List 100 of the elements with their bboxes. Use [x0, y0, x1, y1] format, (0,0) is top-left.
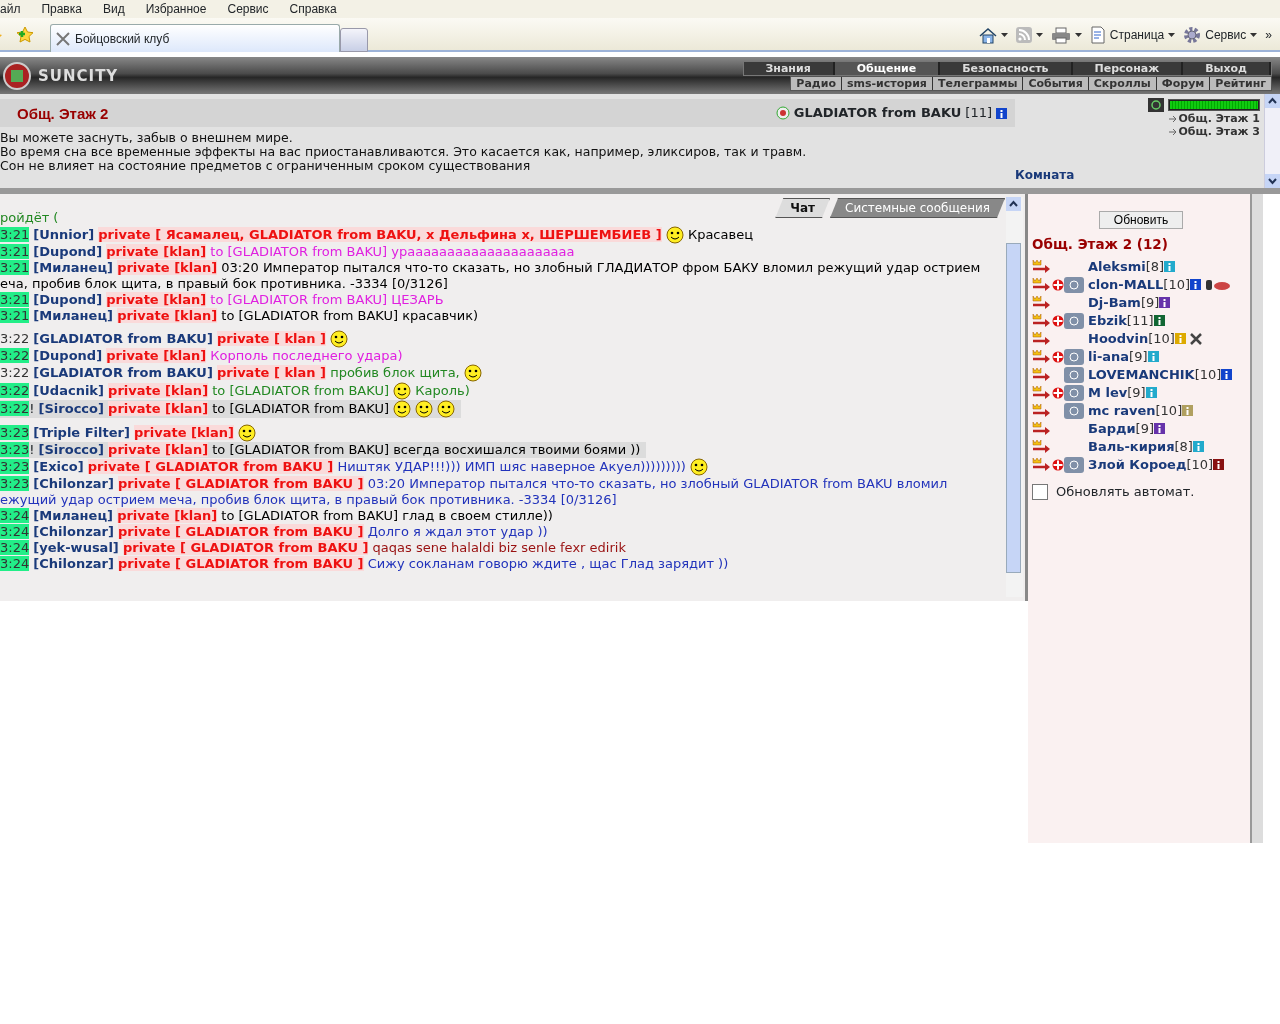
invite-arrow-icon[interactable] [1032, 385, 1052, 400]
user-name[interactable]: li-ana [1088, 347, 1130, 367]
user-name[interactable]: Aleksmi [1088, 257, 1146, 277]
nick-link[interactable]: [Chilonzar] [33, 476, 114, 491]
nav-tab[interactable]: Персонаж [1072, 61, 1184, 75]
info-icon[interactable] [1190, 279, 1201, 291]
invite-arrow-icon[interactable] [1032, 403, 1052, 418]
info-icon[interactable] [996, 107, 1007, 119]
room-title: Общ. Этаж 2 [17, 104, 109, 122]
nick-link[interactable]: [Udacnik] [33, 382, 104, 398]
nav-link[interactable]: Радио [791, 76, 842, 90]
toolbar-label[interactable]: Сервис [1205, 28, 1247, 42]
nick-link[interactable]: [yek-wusal] [33, 540, 119, 555]
settings-icon[interactable] [1183, 26, 1202, 44]
caret-icon[interactable] [1250, 33, 1258, 37]
nick-link[interactable]: [Sirocco] [38, 442, 104, 457]
invite-arrow-icon[interactable] [1032, 277, 1052, 292]
checkbox-label[interactable]: Обновлять автомат. [1056, 481, 1195, 502]
menu-item[interactable]: Вид [102, 0, 125, 18]
user-name[interactable]: Dj-Bam [1088, 293, 1141, 313]
exit-link[interactable]: Общ. Этаж 3 [1169, 125, 1260, 138]
chat-tab[interactable]: Системные сообщения [830, 198, 1005, 218]
menu-item[interactable]: Справка [289, 0, 337, 18]
add-favorite-icon[interactable] [16, 26, 34, 44]
nav-link[interactable]: Скроллы [1088, 76, 1157, 90]
user-name[interactable]: Hoodvin [1088, 329, 1149, 349]
info-icon[interactable] [1159, 297, 1171, 309]
invite-arrow-icon[interactable] [1032, 259, 1052, 274]
user-name[interactable]: Валь-кирия [1088, 437, 1175, 457]
nav-tab[interactable]: Выход [1183, 61, 1271, 75]
nav-link[interactable]: События [1023, 76, 1089, 90]
nav-link[interactable]: Форум [1156, 76, 1211, 90]
refresh-button[interactable]: Обновить [1098, 211, 1184, 229]
invite-arrow-icon[interactable] [1032, 331, 1052, 346]
caret-icon[interactable] [1035, 33, 1043, 37]
user-name[interactable]: mc raven [1088, 401, 1156, 421]
nick-link[interactable]: [Миланец] [33, 260, 113, 275]
invite-arrow-icon[interactable] [1032, 349, 1052, 364]
toolbar-label[interactable]: Страница [1109, 28, 1165, 42]
invite-arrow-icon[interactable] [1032, 457, 1052, 472]
info-icon[interactable] [1213, 459, 1225, 471]
scroll-up-icon[interactable] [1265, 94, 1280, 108]
menu-item[interactable]: Правка [41, 0, 82, 18]
menu-item[interactable]: айл [0, 0, 21, 18]
invite-arrow-icon[interactable] [1032, 421, 1052, 436]
printer-icon[interactable] [1050, 26, 1071, 44]
nick-link[interactable]: [Миланец] [33, 508, 113, 523]
refresh-icon[interactable] [1148, 98, 1164, 112]
nick-link[interactable]: [Dupond] [33, 244, 103, 259]
user-name[interactable]: LOVEMANCHIK [1088, 365, 1195, 385]
smiley-icon [437, 400, 456, 418]
nick-link[interactable]: [Triple Filter] [33, 424, 130, 440]
scrollbar[interactable] [1006, 197, 1023, 597]
chat-tab[interactable]: Чат [775, 198, 831, 218]
caret-icon[interactable] [1168, 33, 1176, 37]
nick-link[interactable]: [GLADIATOR from BAKU] [33, 330, 213, 346]
nav-link[interactable]: Рейтинг [1210, 76, 1271, 90]
caret-icon[interactable] [1000, 33, 1008, 37]
nick-link[interactable]: [Dupond] [33, 292, 103, 307]
nick-link[interactable]: [GLADIATOR from BAKU] [33, 364, 213, 380]
info-icon[interactable] [1221, 369, 1233, 381]
nick-link[interactable]: [Dupond] [33, 348, 103, 363]
nick-link[interactable]: [Exico] [33, 458, 84, 474]
user-name[interactable]: Ebzik [1088, 311, 1127, 331]
scroll-up-icon[interactable] [1006, 197, 1021, 211]
browser-tab[interactable]: Бойцовский клуб [50, 24, 340, 52]
user-name[interactable]: M lev [1088, 383, 1128, 403]
user-name[interactable]: Злой Короед [1088, 455, 1187, 475]
menu-item[interactable]: Сервис [227, 0, 269, 18]
nav-link[interactable]: sms-история [841, 76, 933, 90]
chevron[interactable]: » [1265, 28, 1272, 42]
nick-link[interactable]: [Chilonzar] [33, 524, 114, 539]
invite-arrow-icon[interactable] [1032, 295, 1052, 310]
invite-arrow-icon[interactable] [1032, 439, 1052, 454]
player-name[interactable]: GLADIATOR from BAKU [793, 103, 962, 123]
room-link[interactable]: Комната [1015, 166, 1260, 184]
menu-item[interactable]: Избранное [145, 0, 207, 18]
scrollbar[interactable] [1264, 94, 1280, 188]
home-icon[interactable] [978, 26, 997, 44]
new-tab-button[interactable] [340, 28, 368, 52]
nav-tab[interactable]: Безопасность [940, 61, 1073, 75]
scroll-thumb[interactable] [1006, 243, 1021, 573]
nick-link[interactable]: [Миланец] [33, 308, 113, 323]
user-name[interactable]: Барди [1088, 419, 1136, 439]
message-time: 3:22 [0, 364, 30, 380]
info-icon[interactable] [1153, 315, 1165, 327]
caret-icon[interactable] [1074, 33, 1082, 37]
invite-arrow-icon[interactable] [1032, 313, 1052, 328]
nav-link[interactable]: Телеграммы [932, 76, 1024, 90]
auto-refresh-checkbox[interactable] [1032, 483, 1048, 500]
scrollbar[interactable] [1250, 194, 1263, 843]
info-icon[interactable] [1154, 423, 1166, 435]
nick-link[interactable]: [Sirocco] [38, 400, 104, 416]
nav-tab[interactable]: Общение [834, 61, 941, 75]
user-name[interactable]: clon-MALL [1088, 275, 1164, 295]
scroll-down-icon[interactable] [1265, 174, 1280, 188]
exit-link[interactable]: Общ. Этаж 1 [1169, 112, 1260, 125]
invite-arrow-icon[interactable] [1032, 367, 1052, 382]
nick-link[interactable]: [Unnior] [33, 226, 95, 242]
nick-link[interactable]: [Chilonzar] [33, 556, 114, 571]
